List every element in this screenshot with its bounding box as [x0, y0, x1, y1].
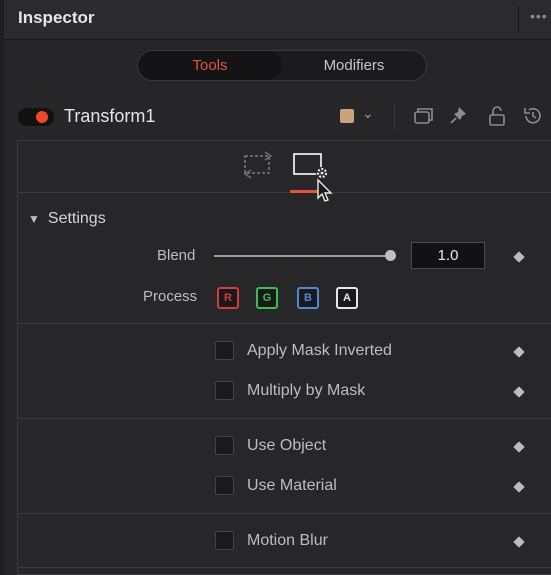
- section-divider: [18, 418, 551, 419]
- tool-name: Transform1: [64, 106, 156, 126]
- settings-section-header[interactable]: ▼ Settings: [28, 210, 106, 228]
- apply-mask-inverted-label: Apply Mask Inverted: [247, 342, 392, 359]
- duplicate-icon[interactable]: [412, 104, 434, 128]
- blend-label: Blend: [157, 247, 196, 264]
- chevron-down-icon[interactable]: ⌄: [362, 105, 374, 122]
- motion-blur-checkbox[interactable]: [215, 531, 234, 550]
- tool-enable-toggle[interactable]: [18, 108, 54, 126]
- use-material-label: Use Material: [247, 477, 337, 494]
- section-divider: [18, 513, 551, 514]
- window-title: Inspector: [18, 8, 95, 27]
- blend-slider-track[interactable]: [214, 255, 390, 257]
- section-label: Settings: [47, 210, 106, 227]
- use-material-checkbox[interactable]: [215, 476, 234, 495]
- blend-slider-handle[interactable]: [385, 250, 396, 261]
- motion-blur-label: Motion Blur: [247, 532, 328, 549]
- tab-modifiers[interactable]: Modifiers: [282, 51, 426, 80]
- options-menu-icon[interactable]: •••: [530, 8, 548, 24]
- inspector-titlebar: Inspector •••: [4, 0, 551, 40]
- apply-mask-inverted-checkbox[interactable]: [215, 341, 234, 360]
- channel-r-toggle[interactable]: R: [217, 287, 239, 309]
- tab-tools[interactable]: Tools: [138, 51, 282, 80]
- tool-header: Transform1 ⌄: [4, 99, 551, 135]
- channel-a-toggle[interactable]: A: [336, 287, 358, 309]
- lock-icon[interactable]: [486, 104, 508, 128]
- toggle-knob: [36, 111, 48, 123]
- reset-icon[interactable]: [521, 104, 543, 128]
- blend-value-field[interactable]: 1.0: [411, 242, 485, 269]
- control-page-tabs: [17, 141, 551, 193]
- channel-b-toggle[interactable]: B: [297, 287, 319, 309]
- multiply-by-mask-label: Multiply by Mask: [247, 382, 366, 399]
- section-divider: [18, 323, 551, 324]
- transform-controls-icon[interactable]: [241, 151, 275, 179]
- settings-icon[interactable]: [291, 151, 331, 181]
- chevron-down-icon: ▼: [28, 212, 40, 226]
- mouse-cursor-icon: [317, 178, 333, 202]
- tab-switcher: Tools Modifiers: [137, 50, 427, 81]
- use-object-label: Use Object: [247, 437, 327, 454]
- tool-color-swatch[interactable]: [340, 109, 354, 123]
- toolbar-divider: [394, 103, 395, 131]
- process-label: Process: [143, 288, 198, 305]
- multiply-by-mask-checkbox[interactable]: [215, 381, 234, 400]
- channel-g-toggle[interactable]: G: [256, 287, 278, 309]
- pin-icon[interactable]: [448, 104, 470, 128]
- use-object-checkbox[interactable]: [215, 436, 234, 455]
- titlebar-divider: [518, 6, 519, 32]
- section-divider: [18, 567, 551, 568]
